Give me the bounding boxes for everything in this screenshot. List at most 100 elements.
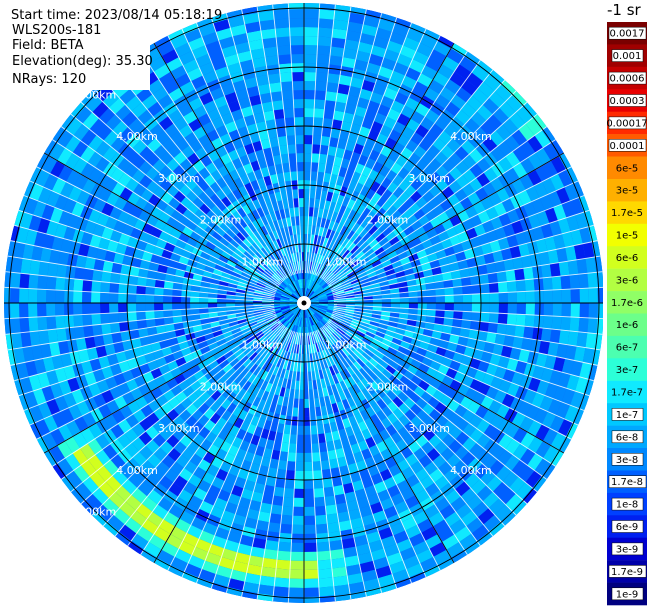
data-cell [100,292,110,303]
data-cell [91,280,102,293]
data-cell [329,55,343,66]
data-cell [73,303,83,316]
data-cell [56,264,67,278]
data-cell [304,90,316,100]
data-cell [524,314,535,328]
data-cell [304,108,315,118]
colorbar-label: 0.0017 [610,29,645,40]
data-cell [47,262,59,277]
data-cell [549,262,561,277]
data-cell [109,282,119,294]
data-cell [304,117,314,127]
data-cell [82,279,93,292]
data-cell [136,294,146,303]
data-cell [471,303,481,313]
data-cell [259,19,276,31]
data-cell [496,323,507,335]
data-cell [462,294,472,303]
range-label: 3.00km [158,422,200,435]
data-cell [91,291,101,303]
data-cell [278,54,292,65]
data-cell [28,317,39,332]
data-cell [291,542,304,552]
data-cell [83,325,94,338]
data-cell [291,72,304,82]
data-cell [304,144,313,154]
data-cell [291,54,304,64]
data-cell [315,81,328,92]
data-cell [283,488,295,498]
data-cell [524,278,535,292]
data-cell [83,268,94,281]
data-cell [270,504,283,515]
data-cell [315,523,329,534]
data-cell [523,326,534,340]
data-cell [569,274,580,289]
data-cell [172,296,182,303]
center-marker [297,296,311,310]
data-cell [304,189,310,199]
data-cell [317,559,332,570]
data-cell [136,311,146,321]
range-label: 5.00km [75,506,117,519]
data-cell [480,283,490,294]
data-cell [304,587,320,597]
data-cell [318,568,333,579]
colorbar-swatches: 0.0017 0.001 0.0006 0.0003 0.00017 0.0001 6e-5… [606,22,647,606]
colorbar-label: 1e-5 [616,231,639,242]
data-cell [471,311,481,322]
colorbar-unit: -1 sr [607,1,642,19]
data-cell [295,461,304,471]
data-cell [28,303,38,318]
data-cell [290,45,304,55]
start-time: Start time: 2023/08/14 05:18:19 [11,8,222,23]
data-cell [304,27,319,37]
data-cell [286,461,296,471]
data-cell [285,126,296,136]
data-cell [318,586,335,597]
data-cell [109,303,119,314]
data-cell [304,470,314,480]
data-cell [506,313,517,326]
data-cell [91,303,101,315]
data-cell [145,310,155,320]
range-label: 4.00km [450,130,492,143]
data-cell [497,313,508,325]
data-cell [327,522,341,533]
data-cell [292,81,304,91]
data-cell [265,55,279,66]
data-cell [82,303,92,315]
data-cell [298,407,304,417]
data-cell [318,9,335,20]
data-cell [318,27,333,38]
data-cell [284,117,295,127]
data-cell [282,496,294,507]
range-label: 4.00km [450,464,492,477]
data-cell [297,171,304,181]
data-cell [304,461,313,471]
data-cell [46,316,57,330]
colorbar-label: 0.0003 [610,96,645,107]
data-cell [291,524,304,534]
data-cell [118,312,128,323]
data-cell [331,37,346,49]
colorbar-label: 6e-5 [616,163,639,174]
data-cell [145,286,155,296]
data-cell [304,569,319,579]
data-cell [506,280,517,293]
data-cell [295,135,304,145]
data-cell [315,514,328,525]
data-cell [37,275,48,290]
data-cell [453,310,463,320]
data-cell [163,295,173,303]
data-cell [293,108,304,118]
data-cell [543,303,553,316]
data-cell [296,443,304,453]
data-cell [543,290,553,303]
data-cell [578,317,589,333]
data-cell [283,108,295,118]
data-cell [304,99,315,109]
data-cell [587,317,598,334]
data-cell [444,303,454,311]
data-cell [304,542,317,552]
